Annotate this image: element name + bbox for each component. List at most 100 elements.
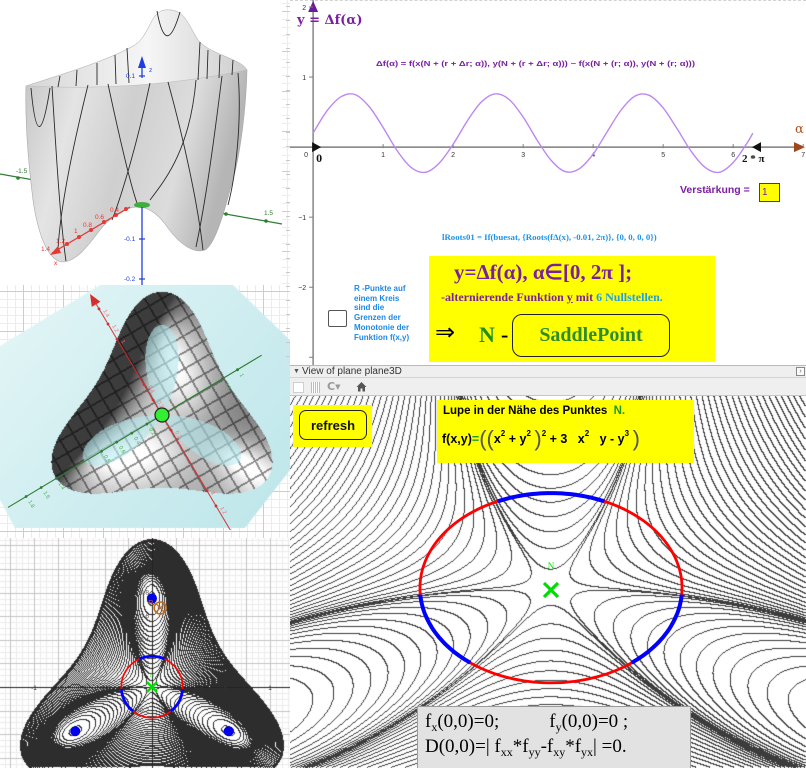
start-marker-label: 0: [316, 151, 322, 165]
formula-part: xy: [553, 745, 566, 759]
dash: -: [501, 322, 509, 347]
gain-input[interactable]: [759, 183, 780, 202]
left-graphics-column[interactable]: 0.1 z -0.1 -0.2 -1.5 1.5 1.4 1.2 1 0.8 0…: [0, 0, 290, 768]
formula-part: + y: [505, 432, 527, 446]
caption-line: Funktion f(x,y): [354, 332, 410, 342]
monotony-arc-blue: [418, 594, 472, 665]
x-axis-label: 0.8: [83, 222, 92, 229]
monotony-arc-blue: [138, 654, 166, 661]
contour-plot-view[interactable]: -1 -0.8 -0.6 -0.4 -0.2 0.2 0.4 0.6 0.8 1 1.2 0.8 0.6…: [0, 538, 290, 768]
minimum-point[interactable]: [70, 726, 81, 737]
monotony-arc-blue: [630, 594, 684, 665]
y-tick-label: −1: [298, 215, 306, 222]
formula-part: ): [632, 426, 640, 451]
x-tick-label: 0.6: [218, 685, 227, 692]
info-text: mit: [572, 290, 597, 304]
magnifier-info-box: Lupe in der Nähe des Punktes N. f(x,y)=(…: [437, 400, 694, 463]
caption-line: Grenzen der: [354, 313, 401, 323]
x-tick: [205, 489, 209, 493]
x-axis-label: 1.4: [41, 246, 50, 253]
derivatives-box: fx(0,0)=0; fy(0,0)=0 ; D(0,0)=| fxx*fyy-f…: [417, 706, 691, 768]
y-tick-label: -0.2: [138, 708, 150, 715]
saddle-point[interactable]: [154, 407, 170, 423]
plane-view[interactable]: N refresh Lupe in der Nähe des Punktes N…: [290, 396, 806, 768]
caption-line: R -Punkte auf: [354, 284, 406, 293]
monotony-arc-blue: [120, 688, 135, 713]
chart-title-definition: Δf(α) = f(x(N + (r + Δr; α)), y(N + (r +…: [376, 61, 695, 68]
saddle-point-result: SaddlePoint: [512, 314, 670, 357]
point-R[interactable]: [153, 601, 168, 615]
y-axis-label: 1.5: [264, 210, 273, 217]
formula-part: | =0.: [593, 736, 627, 757]
x-tick: [65, 242, 69, 246]
x-tick-label: -0.2: [123, 685, 135, 692]
y-tick-label: 0.2: [147, 427, 156, 437]
formula-part: (: [486, 426, 494, 451]
x-tick: [169, 428, 173, 432]
y-tick: [100, 449, 103, 453]
y-tick: [54, 477, 58, 480]
minimum-point[interactable]: [223, 726, 234, 737]
top-view-3d[interactable]: 1.4 1.2 1 0.4 0.2 0.2 1 1.2 0.2 0.4 0.6 0.8 1.4 1.6 1.…: [0, 285, 290, 530]
x-axis-label: 1: [74, 228, 78, 235]
x-tick-label: 2: [451, 152, 455, 159]
top-view-overlay: 1.41.210.40.20.211.20.20.40.60.81.41.61.…: [7, 294, 262, 530]
monotony-arc-blue: [497, 491, 605, 504]
y-tick-label: −2: [298, 285, 306, 292]
end-marker[interactable]: [752, 142, 762, 153]
y-tick: [221, 377, 224, 381]
formula-part: -f: [540, 736, 554, 757]
x-axis-label: α: [795, 122, 804, 137]
monotony-arc-blue: [169, 688, 184, 713]
saddle-point-label: N: [548, 561, 555, 571]
formula-part: yy: [528, 745, 541, 759]
z-axis-name: z: [149, 67, 152, 74]
home-icon[interactable]: [356, 381, 367, 392]
formula-part: ): [534, 426, 542, 451]
view-title: View of plane plane3D: [302, 366, 402, 377]
formula-part: x: [493, 432, 501, 446]
formula-part: y - y: [589, 432, 625, 446]
point-capturing-icon[interactable]: C▼: [327, 380, 340, 394]
y-tick-label: 0.2: [140, 660, 149, 667]
info-description: -alternierende Funktion y mit 6 Nullstel…: [441, 290, 663, 305]
y-tick-label: 0.6: [140, 613, 149, 620]
y-tick-label: 0.8: [102, 454, 111, 464]
monotony-points-checkbox[interactable]: [328, 310, 347, 327]
x-tick-label: 1.4: [101, 309, 110, 319]
series-line: [312, 93, 754, 174]
x-tick-label: 0.4: [146, 385, 155, 395]
graphics-view[interactable]: 1 2 3 4 5 6 7 0 −2 −1 1 2 0 2 * παy = Δf(α) Δf(α) = f(…: [290, 0, 806, 365]
formula-part: (0,0)=0 ;: [561, 711, 629, 732]
point-name: N: [479, 322, 495, 347]
x-tick: [77, 235, 81, 239]
view-title-bar[interactable]: ▼ View of plane plane3D ›: [290, 365, 806, 378]
point-R-label: R: [148, 600, 153, 607]
formula-part: f(x,y): [442, 432, 472, 446]
end-marker-label: 2 * π: [742, 153, 765, 165]
y-tick-label: 0.4: [132, 436, 141, 446]
info-text: -alternierende Funktion: [441, 290, 567, 304]
y-tick: [224, 212, 228, 216]
y-axis-arrow: [308, 1, 319, 12]
formula-part: (0,0)=0;: [437, 711, 500, 732]
formula-part: *f: [512, 736, 529, 757]
formula-part: + 3 x: [546, 432, 585, 446]
x-tick-label: 1.2: [218, 506, 227, 516]
close-view-icon[interactable]: ›: [796, 367, 805, 376]
show-grid-icon[interactable]: [311, 382, 320, 393]
y-tick-label: 2: [302, 5, 306, 12]
saddle-point-marker: [542, 581, 560, 599]
refresh-button[interactable]: refresh: [299, 410, 367, 440]
y-tick: [16, 176, 20, 180]
info-root-count: 6 Nullstellen.: [596, 290, 663, 304]
show-axes-icon[interactable]: [293, 382, 304, 393]
y-tick-label: 1: [238, 373, 245, 379]
surface-3d-view[interactable]: 0.1 z -0.1 -0.2 -1.5 1.5 1.4 1.2 1 0.8 0…: [0, 0, 290, 285]
y-tick-label: 0.8: [223, 382, 232, 392]
view-toolbar: C▼: [290, 378, 806, 396]
triangle-down-icon[interactable]: ▼: [293, 367, 300, 377]
x-tick: [115, 337, 119, 341]
implies-symbol: ⇒: [435, 318, 456, 346]
y-tick: [39, 486, 43, 489]
